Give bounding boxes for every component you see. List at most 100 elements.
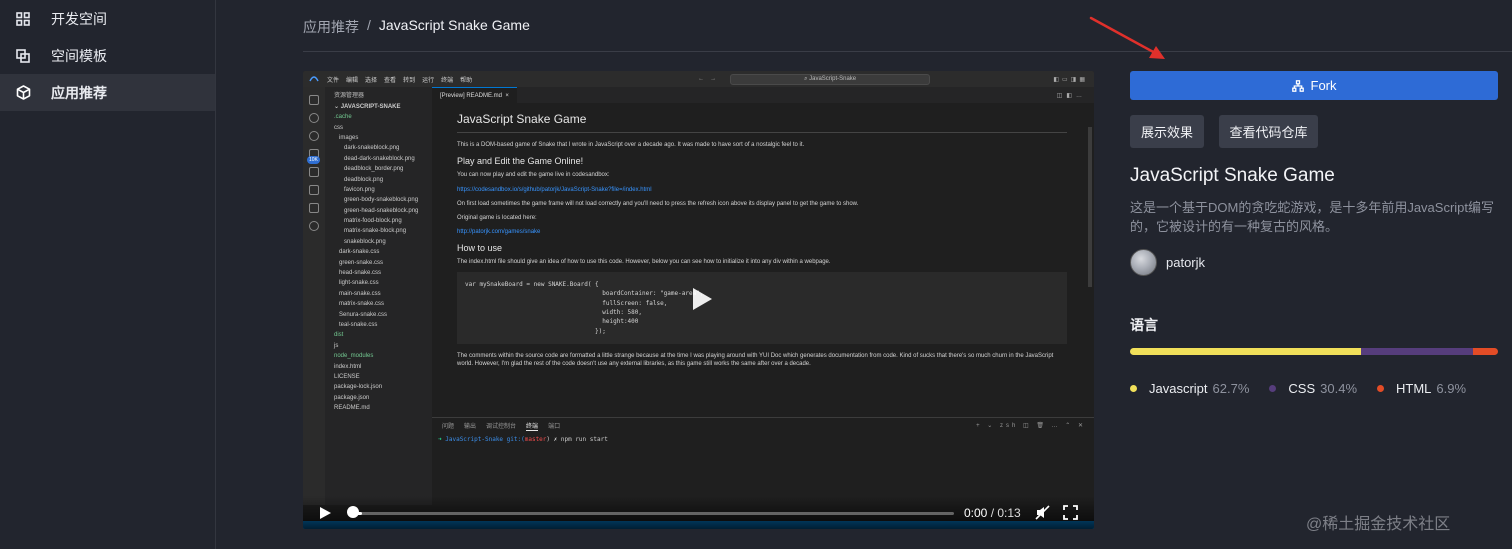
- file-tree-item: green-head-snakeblock.png: [325, 206, 432, 216]
- app-title: JavaScript Snake Game: [1130, 165, 1335, 186]
- readme-paragraph: On first load sometimes the game frame w…: [457, 200, 859, 207]
- file-tree-item-label: package.json: [334, 394, 370, 401]
- ide-logo-icon: [309, 76, 319, 82]
- file-tree-item: green-body-snakeblock.png: [325, 195, 432, 205]
- file-tree-item: css: [325, 122, 432, 132]
- mute-icon[interactable]: [1035, 505, 1050, 520]
- file-tree-item-label: dark-snake.css: [339, 249, 380, 256]
- readme-heading: How to use: [457, 242, 503, 253]
- view-repo-button[interactable]: 查看代码仓库: [1219, 115, 1318, 148]
- fork-icon: [1291, 79, 1304, 92]
- file-tree-item: light-snake.css: [325, 278, 432, 288]
- breadcrumb: 应用推荐 / JavaScript Snake Game: [303, 17, 530, 37]
- breadcrumb-separator: /: [367, 17, 371, 33]
- video-controls: 0:00 / 0:13: [303, 496, 1094, 529]
- language-bar-segment: [1360, 348, 1473, 355]
- demo-button[interactable]: 展示效果: [1130, 115, 1204, 148]
- file-tree-item-label: main-snake.css: [339, 290, 381, 297]
- sidebar-item-app-recommend[interactable]: 应用推荐: [0, 74, 215, 111]
- readme-code-block: var mySnakeBoard = new SNAKE.Board( { bo…: [457, 272, 1067, 344]
- file-tree-item-label: node_modules: [334, 353, 374, 360]
- app-root: 开发空间 空间模板 应用推荐 应用推荐 / JavaScript Snake G…: [0, 0, 1512, 549]
- ide-titlebar: 文件 编辑 选择 查看 转到 运行 终端 帮助 ←→ ⌕ JavaScript-…: [303, 71, 1094, 87]
- sidebar-item-space-template[interactable]: 空间模板: [0, 37, 215, 74]
- ide-menu-item: 帮助: [460, 77, 473, 84]
- demo-video-player[interactable]: 文件 编辑 选择 查看 转到 运行 终端 帮助 ←→ ⌕ JavaScript-…: [303, 71, 1094, 529]
- sidebar-item-label: 应用推荐: [51, 84, 107, 101]
- languages-title: 语言: [1130, 317, 1158, 333]
- explorer-title: 资源管理器: [334, 92, 365, 99]
- language-legend-item: CSS 30.4%: [1269, 381, 1357, 396]
- file-tree-item-label: deadblock.png: [344, 176, 384, 183]
- ide-menu-item: 终端: [441, 77, 454, 84]
- author[interactable]: patorjk: [1130, 249, 1205, 276]
- file-tree-item: green-snake.css: [325, 257, 432, 267]
- language-name: HTML: [1396, 381, 1432, 396]
- github-icon: [309, 221, 319, 231]
- language-bar-segment: [1472, 348, 1498, 355]
- file-tree-item: dead-dark-snakeblock.png: [325, 154, 432, 164]
- ide-menu: 文件 编辑 选择 查看 转到 运行 终端 帮助: [327, 75, 472, 84]
- readme-paragraph: This is a DOM-based game of Snake that I…: [457, 142, 805, 149]
- language-percent: 6.9%: [1436, 381, 1467, 396]
- terminal-tab: 调试控制台: [486, 424, 517, 430]
- file-tree-item: .cache: [325, 112, 432, 122]
- file-tree-item-label: css: [334, 124, 343, 131]
- sidebar-item-dev-space[interactable]: 开发空间: [0, 0, 215, 37]
- fork-button[interactable]: Fork: [1130, 71, 1498, 100]
- ide-menu-item: 选择: [365, 77, 378, 84]
- file-tree-item-label: dist: [334, 332, 344, 339]
- terminal-tab: 端口: [548, 424, 561, 430]
- play-overlay-icon[interactable]: [687, 285, 715, 313]
- sidebar-item-label: 开发空间: [51, 10, 107, 27]
- file-tree-item: dist: [325, 330, 432, 340]
- ide-search-text: JavaScript-Snake: [809, 76, 857, 82]
- prompt-git: git:(: [506, 436, 525, 443]
- file-tree-item-label: snakeblock.png: [344, 238, 386, 245]
- file-tree-item: deadblock_border.png: [325, 164, 432, 174]
- file-tree: .cache css images dark-snakeblock.png dead-d…: [325, 112, 432, 413]
- file-tree-item-label: green-body-snakeblock.png: [344, 197, 419, 204]
- file-tree-item-label: README.md: [334, 405, 370, 412]
- file-tree-item: package-lock.json: [325, 382, 432, 392]
- ide-editor: [Preview] README.md × ◫◧… JavaScript Sna…: [432, 87, 1094, 417]
- file-tree-item-label: light-snake.css: [339, 280, 379, 287]
- app-description: 这是一个基于DOM的贪吃蛇游戏，是十多年前用JavaScript编写的，它被设计…: [1130, 200, 1495, 234]
- seek-handle[interactable]: [347, 506, 359, 518]
- file-tree-item: snakeblock.png: [325, 237, 432, 247]
- file-tree-item-label: dead-dark-snakeblock.png: [344, 155, 415, 162]
- language-bar: [1130, 348, 1498, 355]
- language-legend-item: Javascript 62.7%: [1130, 381, 1249, 396]
- language-dot-icon: [1269, 385, 1277, 392]
- file-tree-item: favicon.png: [325, 185, 432, 195]
- language-bar-segment: [1130, 348, 1361, 355]
- terminal-actions: + ⌄ zsh ◫ 🗑 … ⌃ ✕: [976, 423, 1086, 429]
- editor-scrollbar: [1088, 127, 1092, 287]
- breadcrumb-parent-link[interactable]: 应用推荐: [303, 17, 359, 37]
- cube-icon: [15, 85, 31, 101]
- breadcrumb-current: JavaScript Snake Game: [378, 17, 530, 33]
- sidebar-item-label: 空间模板: [51, 47, 107, 64]
- terminal-tab: 问题: [442, 424, 455, 430]
- video-time: 0:00 / 0:13: [964, 506, 1021, 520]
- readme-paragraph: You can now play and edit the game live …: [457, 172, 610, 179]
- ide-menu-item: 查看: [384, 77, 397, 84]
- file-tree-item-label: matrix-snake-block.png: [344, 228, 407, 235]
- readme-paragraph: Original game is located here:: [457, 214, 537, 221]
- readme-title: JavaScript Snake Game: [457, 111, 1067, 134]
- ide-layout-icons: ◧▭◨▦: [1053, 76, 1088, 83]
- time-separator: /: [987, 506, 998, 520]
- seek-bar[interactable]: [350, 512, 954, 515]
- play-button-icon[interactable]: [318, 506, 332, 520]
- fullscreen-icon[interactable]: [1063, 505, 1078, 520]
- demo-button-label: 展示效果: [1140, 125, 1193, 140]
- file-tree-item-label: .cache: [334, 114, 352, 121]
- file-tree-item-label: favicon.png: [344, 186, 375, 193]
- view-repo-button-label: 查看代码仓库: [1229, 125, 1308, 140]
- editor-tab-actions-icon: ◫◧…: [1056, 92, 1086, 99]
- file-tree-item-label: dark-snakeblock.png: [344, 145, 400, 152]
- file-tree-item: js: [325, 341, 432, 351]
- file-tree-item: dark-snakeblock.png: [325, 143, 432, 153]
- source-control-icon: [309, 131, 319, 141]
- file-tree-item-label: LICENSE: [334, 373, 360, 380]
